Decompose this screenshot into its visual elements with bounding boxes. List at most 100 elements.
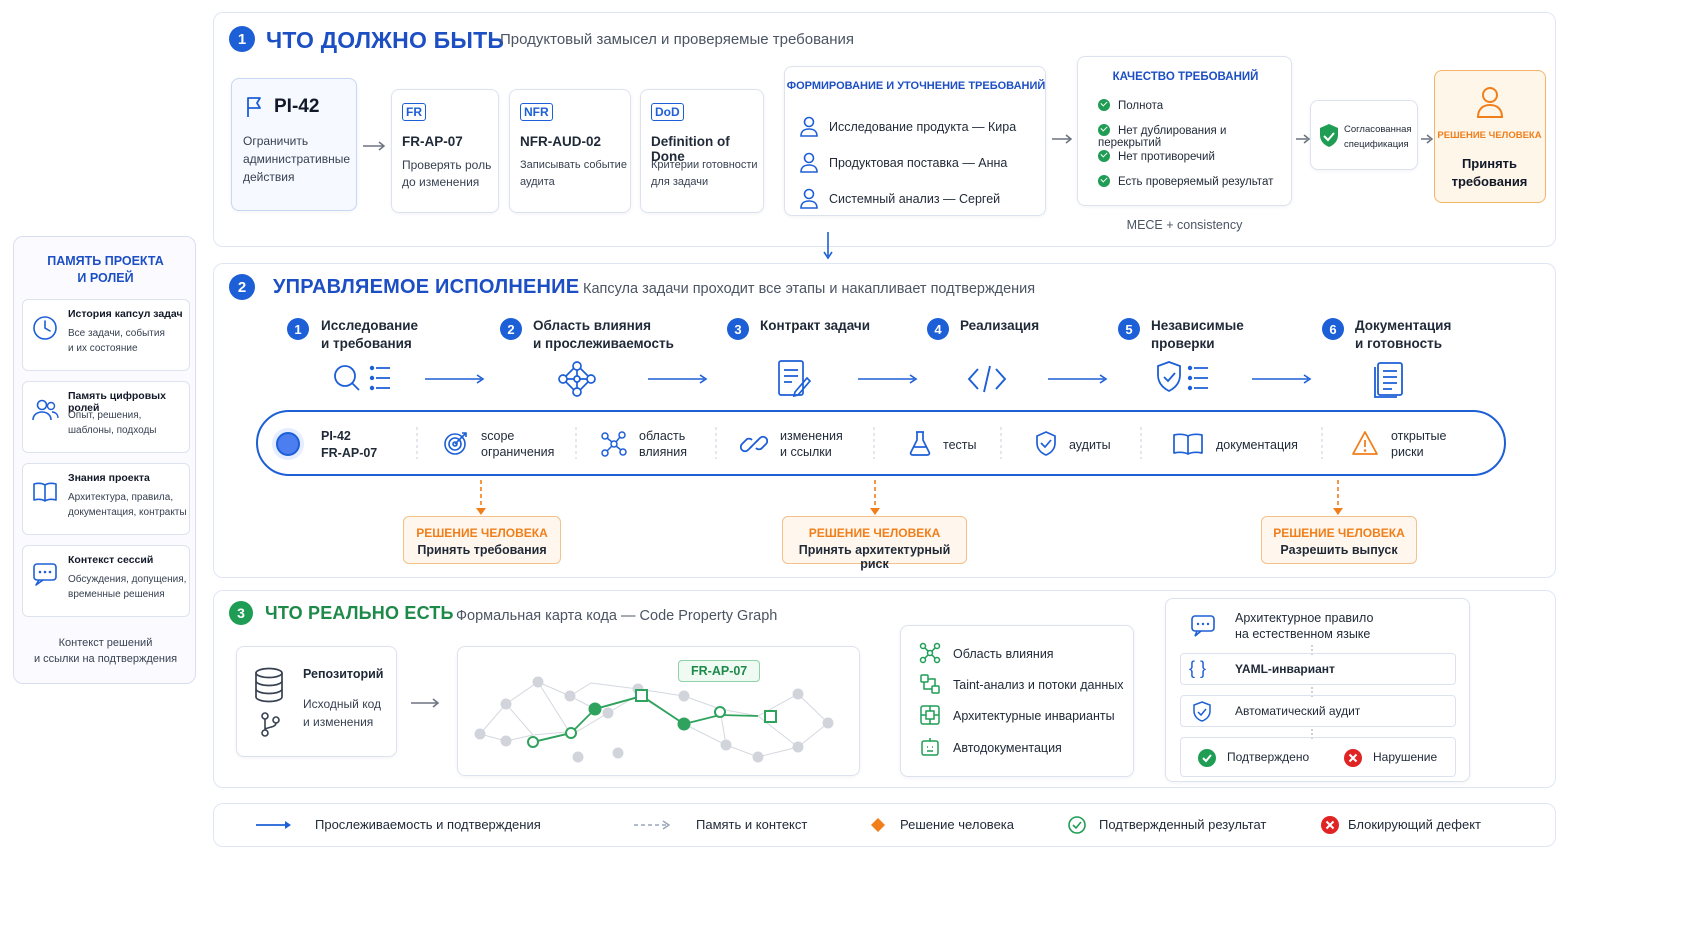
confirmed-label: Подтверждено <box>1227 750 1310 764</box>
memory-footer-line2: и ссылки на подтверждения <box>33 653 178 665</box>
quality-title: КАЧЕСТВО ТРЕБОВАНИЙ <box>1112 71 1259 83</box>
legend-trace: Прослеживаемость и подтверждения <box>315 817 541 832</box>
capsule-item-audits[interactable]: аудиты <box>1069 437 1111 453</box>
chat-icon <box>33 563 57 586</box>
dod-desc: Критерии готовности для задачи <box>651 159 758 188</box>
person-row[interactable]: Продуктовая поставка — Анна <box>799 151 1007 173</box>
memory-title-line1: ПАМЯТЬ ПРОЕКТА <box>47 254 164 268</box>
stage-number-badge: 2 <box>500 318 522 340</box>
decision-body: Принять архитектурный риск <box>798 543 951 571</box>
flask-icon <box>909 431 931 456</box>
pi-card[interactable]: PI-42 Ограничить административные действия <box>231 78 357 211</box>
memory-card-roles[interactable]: Память цифровых ролей Опыт, решения, шабл… <box>22 381 190 453</box>
check-icon <box>1098 124 1110 136</box>
fr-tag: FR <box>402 103 426 121</box>
legend-confirmed-icon <box>1068 816 1086 834</box>
legend-decision: Решение человека <box>900 817 1014 832</box>
section1-number-badge: 1 <box>229 26 255 52</box>
audit-label: Автоматический аудит <box>1235 704 1361 718</box>
nfr-card[interactable]: NFR NFR-AUD-02 Записывать событие аудита <box>509 89 631 213</box>
dod-tag: DoD <box>651 103 684 121</box>
architecture-rule-card: Архитектурное правило на естественном язы… <box>1165 598 1470 782</box>
arrow-forming-quality <box>1052 134 1073 144</box>
section3-title: ЧТО РЕАЛЬНО ЕСТЬ <box>265 603 454 623</box>
quality-check-row: Полнота <box>1098 99 1163 112</box>
section1-subtitle: Продуктовый замысел и проверяемые требов… <box>500 31 855 48</box>
project-memory-panel: ПАМЯТЬ ПРОЕКТА И РОЛЕЙ История капсул за… <box>13 236 196 684</box>
arrow-stage-2-3 <box>648 374 708 384</box>
yaml-invariant-row[interactable]: { } YAML-инвариант <box>1180 653 1456 685</box>
person-icon <box>1476 87 1504 118</box>
fr-id: FR-AP-07 <box>402 134 463 149</box>
cpg-feature-row[interactable]: Архитектурные инварианты <box>919 704 1115 726</box>
legend-trace-arrow-icon <box>256 821 291 829</box>
network-icon <box>601 431 627 457</box>
agreed-spec-label: Согласованная спецификация <box>1344 124 1412 150</box>
code-property-graph[interactable]: FR-AP-07 <box>457 646 860 776</box>
arrow-stage-3-4 <box>858 374 918 384</box>
dod-card[interactable]: DoD Definition of Done Критерии готовнос… <box>640 89 764 213</box>
audit-result-row: Подтверждено Нарушение <box>1180 737 1456 777</box>
cpg-feature-row[interactable]: Taint-анализ и потоки данных <box>919 673 1124 695</box>
forming-requirements-card: ФОРМИРОВАНИЕ И УТОЧНЕНИЕ ТРЕБОВАНИЙ Иссл… <box>784 66 1046 216</box>
memory-card-knowledge[interactable]: Знания проекта Архитектура, правила, доку… <box>22 463 190 535</box>
nfr-desc: Записывать событие аудита <box>520 159 627 188</box>
section2-subtitle: Капсула задачи проходит все этапы и нака… <box>583 281 1036 297</box>
human-decision-accept-risk[interactable]: РЕШЕНИЕ ЧЕЛОВЕКА Принять архитектурный р… <box>782 516 967 571</box>
human-decision-allow-release[interactable]: РЕШЕНИЕ ЧЕЛОВЕКА Разрешить выпуск <box>1261 516 1417 564</box>
arrow-repo-graph <box>411 698 440 708</box>
repository-title: Репозиторий <box>303 667 384 681</box>
forming-title: ФОРМИРОВАНИЕ И УТОЧНЕНИЕ ТРЕБОВАНИЙ <box>786 80 1046 92</box>
x-circle-icon <box>1344 749 1362 767</box>
section3-subtitle: Формальная карта кода — Code Property Gr… <box>456 608 778 624</box>
network-icon <box>919 642 941 664</box>
fr-card[interactable]: FR FR-AP-07 Проверять роль до изменения <box>391 89 499 213</box>
person-row[interactable]: Исследование продукта — Кира <box>799 115 1016 137</box>
auto-audit-row[interactable]: Автоматический аудит <box>1180 695 1456 727</box>
arrow-section1-to-section2 <box>823 232 833 260</box>
shield-list-icon <box>1157 361 1208 393</box>
decision-head: РЕШЕНИЕ ЧЕЛОВЕКА <box>808 526 941 540</box>
arrow-stage-5-6 <box>1252 374 1312 384</box>
stage-number-badge: 5 <box>1118 318 1140 340</box>
arrow-stage-1-2 <box>425 374 485 384</box>
chat-icon <box>1191 615 1215 637</box>
memory-card-title: Знания проекта <box>68 472 150 484</box>
stage-number-badge: 4 <box>927 318 949 340</box>
human-decision-accept-requirements[interactable]: РЕШЕНИЕ ЧЕЛОВЕКА Принять требования <box>403 516 561 564</box>
capsule-item-docs[interactable]: документация <box>1216 437 1298 453</box>
legend-decision-diamond-icon <box>871 818 885 832</box>
section1-title: ЧТО ДОЛЖНО БЫТЬ <box>266 27 505 53</box>
arrow-stage-4-5 <box>1048 374 1108 384</box>
memory-card-task-history[interactable]: История капсул задач Все задачи, события… <box>22 299 190 371</box>
capsule-item-scope[interactable]: scope ограничения <box>481 428 554 460</box>
stage-number-badge: 3 <box>727 318 749 340</box>
capsule-item-risks[interactable]: открытые риски <box>1391 428 1446 460</box>
quality-check-row: Нет дублирования и перекрытий <box>1098 124 1227 149</box>
memory-card-sessions[interactable]: Контекст сессий Обсуждения, допущения, вр… <box>22 545 190 617</box>
cpg-feature-row[interactable]: Автодокументация <box>919 736 1062 758</box>
legend-confirmed: Подтвержденный результат <box>1099 817 1267 832</box>
capsule-item-changes[interactable]: изменения и ссылки <box>780 428 843 460</box>
stage-icons-row <box>334 360 1403 398</box>
check-icon <box>1098 150 1110 162</box>
agreed-spec-card[interactable]: Согласованная спецификация <box>1310 100 1418 170</box>
legend-memory-dashed-icon <box>634 820 671 830</box>
fr-desc: Проверять роль до изменения <box>402 158 492 189</box>
human-decision-card-requirements[interactable]: РЕШЕНИЕ ЧЕЛОВЕКА Принять требования <box>1434 70 1546 203</box>
repository-card[interactable]: Репозиторий Исходный код и изменения <box>236 646 397 757</box>
document-icon <box>1374 362 1403 398</box>
capsule-item-impact[interactable]: область влияния <box>639 428 687 460</box>
violation-label: Нарушение <box>1373 750 1438 764</box>
stage-label: Область влияния и прослеживаемость <box>533 318 674 351</box>
database-icon <box>255 667 283 703</box>
capsule-item-tests[interactable]: тесты <box>943 437 977 453</box>
nfr-id: NFR-AUD-02 <box>520 134 601 149</box>
stage-number-badge: 6 <box>1322 318 1344 340</box>
quality-footer: MECE + consistency <box>1126 218 1243 232</box>
person-row[interactable]: Системный анализ — Сергей <box>799 187 1000 209</box>
search-list-icon <box>334 365 390 391</box>
memory-card-desc: Все задачи, события и их состояние <box>68 328 165 354</box>
cpg-feature-row[interactable]: Область влияния <box>919 642 1054 664</box>
shield-check-icon <box>1320 124 1338 147</box>
